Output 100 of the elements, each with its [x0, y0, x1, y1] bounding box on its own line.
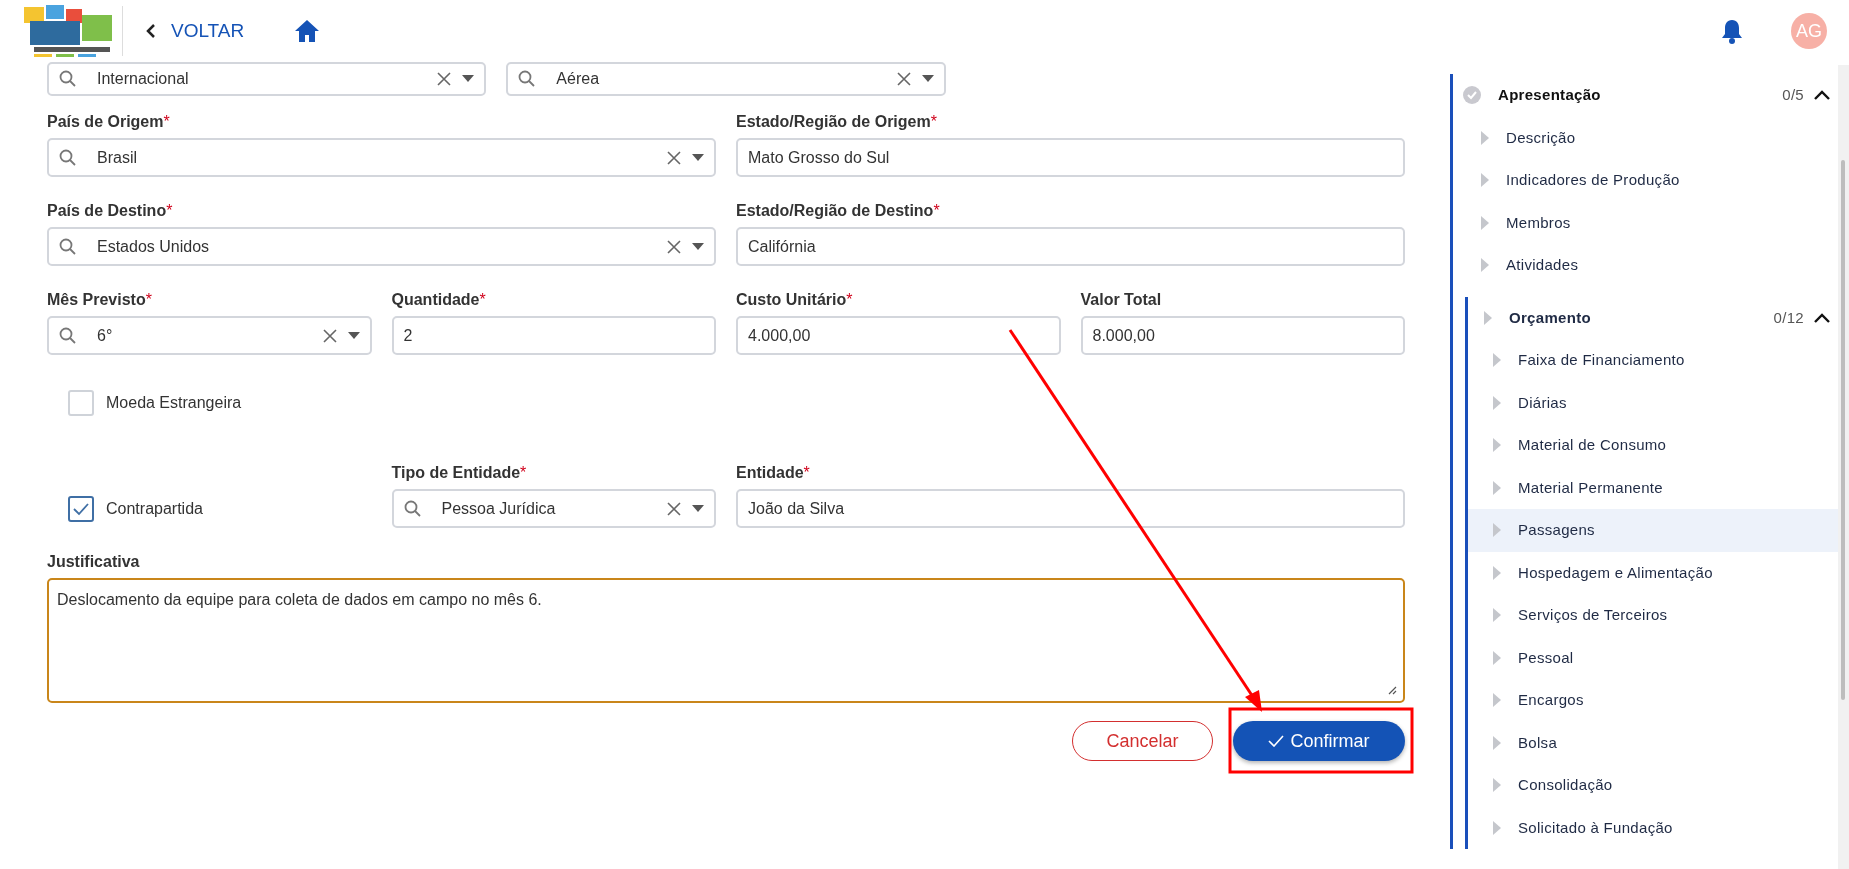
- checkbox-label: Contrapartida: [106, 498, 203, 519]
- triangle-icon: [1481, 258, 1489, 273]
- field-label: País de Destino: [47, 201, 167, 221]
- clear-icon[interactable]: [321, 327, 338, 344]
- required-mark: *: [166, 201, 173, 221]
- sidebar-item[interactable]: Apresentação 0/5: [1453, 74, 1838, 117]
- sidebar-item[interactable]: Hospedagem e Alimentação: [1468, 551, 1838, 594]
- required-mark: *: [803, 463, 810, 483]
- clear-icon[interactable]: [666, 500, 682, 517]
- clear-icon[interactable]: [666, 238, 682, 255]
- triangle-icon: [1481, 173, 1489, 188]
- check-circle-icon: [1463, 86, 1481, 105]
- search-icon: [59, 326, 77, 345]
- select-field[interactable]: Internacional: [47, 62, 487, 96]
- triangle-icon: [1493, 820, 1501, 835]
- resize-handle-icon[interactable]: [1387, 685, 1397, 695]
- field-label: Estado/Região de Origem: [736, 112, 931, 132]
- triangle-icon: [1493, 565, 1501, 580]
- clear-icon[interactable]: [666, 149, 682, 166]
- triangle-icon: [1493, 778, 1501, 793]
- text-area[interactable]: Deslocamento da equipe para coleta de dados em campo no mês 6.: [47, 578, 1405, 703]
- chevron-up-icon[interactable]: [1814, 312, 1830, 323]
- field-label: Valor Total: [1080, 290, 1162, 310]
- triangle-icon: [1493, 693, 1501, 708]
- sidebar-item[interactable]: Faixa de Financiamento: [1468, 339, 1838, 382]
- back-link[interactable]: VOLTAR: [145, 16, 245, 46]
- required-mark: *: [846, 290, 853, 310]
- sidebar-item[interactable]: Descrição: [1453, 116, 1838, 159]
- search-icon: [59, 148, 77, 167]
- scrollbar-thumb[interactable]: [1841, 160, 1845, 700]
- checkbox-label: Moeda Estrangeira: [106, 393, 242, 413]
- triangle-icon: [1493, 735, 1501, 750]
- input-field[interactable]: João da Silva: [736, 489, 1405, 528]
- caret-icon[interactable]: [692, 153, 704, 162]
- checkbox[interactable]: [68, 495, 94, 522]
- clear-icon[interactable]: [436, 71, 453, 87]
- required-mark: *: [933, 201, 940, 221]
- select-field[interactable]: Pessoa Jurídica: [391, 489, 716, 528]
- triangle-icon: [1493, 438, 1501, 453]
- triangle-icon: [1481, 215, 1489, 230]
- sidebar-item[interactable]: Indicadores de Produção: [1453, 159, 1838, 202]
- home-icon[interactable]: [294, 19, 321, 43]
- sidebar-item[interactable]: Material de Consumo: [1468, 424, 1838, 467]
- input-field[interactable]: 4.000,00: [736, 316, 1061, 355]
- sidebar-item[interactable]: Membros: [1453, 201, 1838, 244]
- required-mark: *: [163, 112, 170, 132]
- sidebar-item[interactable]: Pessoal: [1468, 636, 1838, 679]
- caret-icon[interactable]: [921, 75, 934, 83]
- search-icon: [59, 237, 77, 256]
- required-mark: *: [145, 290, 152, 310]
- select-field[interactable]: Estados Unidos: [47, 227, 716, 266]
- search-icon: [518, 70, 537, 88]
- search-icon: [403, 499, 422, 518]
- sidebar-item[interactable]: Consolidação: [1468, 764, 1838, 807]
- field-label: Mês Previsto: [47, 290, 146, 310]
- input-field[interactable]: 8.000,00: [1080, 316, 1405, 355]
- bell-icon[interactable]: [1721, 18, 1743, 44]
- field-label: Tipo de Entidade: [391, 463, 521, 483]
- caret-icon[interactable]: [462, 75, 475, 83]
- triangle-icon: [1493, 353, 1501, 368]
- required-mark: *: [479, 290, 486, 310]
- field-label: Justificativa: [47, 552, 141, 572]
- select-field[interactable]: Brasil: [47, 138, 716, 177]
- triangle-icon: [1493, 480, 1501, 495]
- select-field[interactable]: Aérea: [506, 62, 946, 96]
- caret-icon[interactable]: [692, 504, 704, 513]
- check-icon: [73, 501, 89, 516]
- input-field[interactable]: Mato Grosso do Sul: [736, 138, 1405, 177]
- sidebar-item[interactable]: Bolsa: [1468, 721, 1838, 764]
- field-label: Quantidade: [391, 290, 480, 310]
- field-label: País de Origem: [47, 112, 164, 132]
- confirm-button[interactable]: Confirmar: [1233, 721, 1405, 761]
- sidebar-item[interactable]: Orçamento 0/12: [1468, 296, 1838, 339]
- chevron-up-icon[interactable]: [1814, 90, 1830, 101]
- required-mark: *: [930, 112, 937, 132]
- input-field[interactable]: 2: [391, 316, 716, 355]
- sidebar-item[interactable]: Material Permanente: [1468, 466, 1838, 509]
- field-label: Custo Unitário: [736, 290, 847, 310]
- caret-icon[interactable]: [347, 331, 360, 340]
- triangle-icon: [1493, 395, 1501, 410]
- search-icon: [59, 70, 77, 88]
- sidebar-item[interactable]: Passagens: [1468, 509, 1838, 552]
- sidebar-item[interactable]: Encargos: [1468, 679, 1838, 722]
- select-field[interactable]: 6°: [47, 316, 372, 355]
- clear-icon[interactable]: [895, 71, 912, 87]
- required-mark: *: [520, 463, 527, 483]
- triangle-icon: [1481, 130, 1489, 145]
- triangle-icon: [1493, 608, 1501, 623]
- triangle-icon: [1493, 650, 1501, 665]
- sidebar-item[interactable]: Diárias: [1468, 381, 1838, 424]
- triangle-icon: [1484, 310, 1492, 325]
- sidebar-item[interactable]: Atividades: [1453, 244, 1838, 287]
- field-label: Entidade: [736, 463, 804, 483]
- field-label: Estado/Região de Destino: [736, 201, 934, 221]
- caret-icon[interactable]: [692, 242, 704, 251]
- triangle-icon: [1493, 523, 1501, 538]
- sidebar-item[interactable]: Serviços de Terceiros: [1468, 594, 1838, 637]
- sidebar-item[interactable]: Solicitado à Fundação: [1468, 806, 1838, 849]
- cancel-button[interactable]: Cancelar: [1072, 721, 1213, 761]
- input-field[interactable]: Califórnia: [736, 227, 1405, 266]
